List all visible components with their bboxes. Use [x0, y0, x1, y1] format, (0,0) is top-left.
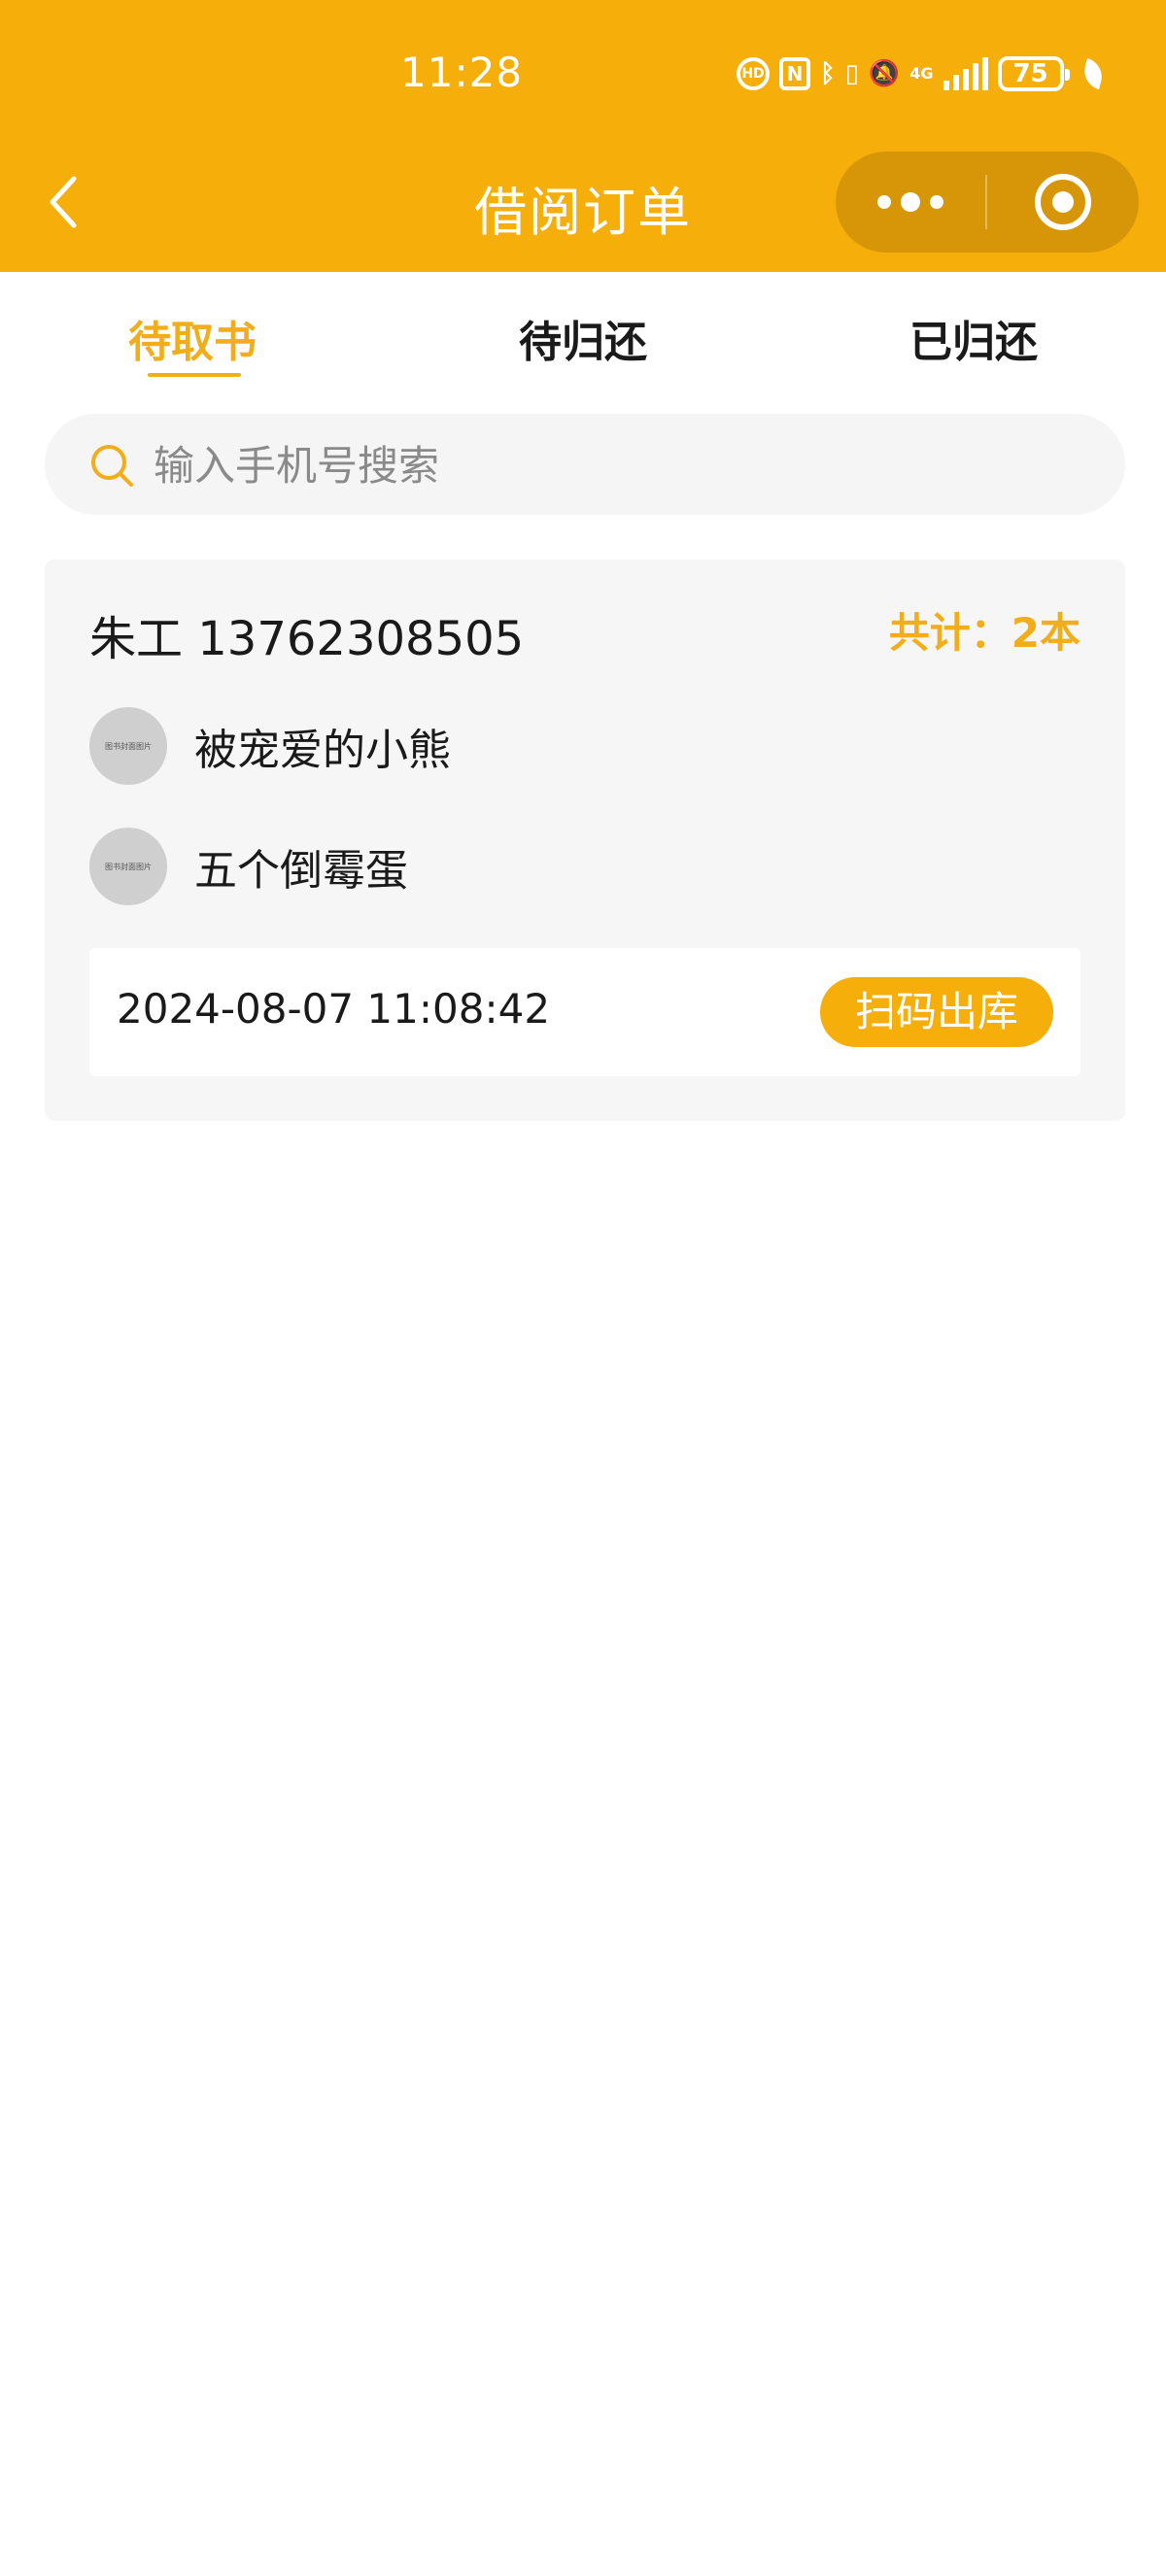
order-card: 朱工 13762308505 共计：2本 图书封面图片 被宠爱的小熊 图书封面图…	[45, 559, 1125, 1121]
search-icon	[91, 445, 133, 487]
order-status-tabs: 待取书 待归还 已归还	[0, 272, 1166, 389]
book-cover-placeholder: 图书封面图片	[89, 828, 167, 905]
tab-pending-return[interactable]: 待归还	[519, 307, 647, 369]
search-bar	[45, 414, 1125, 517]
active-tab-indicator	[148, 373, 241, 377]
more-button[interactable]	[836, 152, 985, 253]
nfc-icon: N	[779, 57, 810, 90]
customer-info: 朱工 13762308505	[89, 612, 525, 666]
book-total: 共计：2本	[888, 609, 1080, 657]
close-mini-program-button[interactable]	[987, 152, 1139, 253]
scan-checkout-button[interactable]: 扫码出库	[820, 977, 1053, 1047]
tab-pending-pickup[interactable]: 待取书	[128, 307, 257, 369]
eco-leaf-icon	[1080, 57, 1106, 90]
4g-label: 4G	[909, 64, 934, 83]
bluetooth-icon: ᛒ	[820, 59, 836, 88]
more-dot-icon	[901, 192, 920, 212]
phone-search-input[interactable]	[152, 414, 1088, 517]
mute-bell-icon: 🔕	[868, 59, 901, 88]
more-dot-icon	[930, 195, 943, 209]
book-title: 五个倒霉蛋	[194, 846, 408, 896]
mini-program-capsule	[836, 152, 1139, 253]
order-time: 2024-08-07 11:08:42	[117, 985, 551, 1033]
vibrate-icon: ▯	[844, 59, 859, 88]
battery-icon: 75	[997, 56, 1070, 91]
status-time: 11:28	[400, 49, 524, 96]
app-header: 11:28 HD N ᛒ ▯ 🔕 4G 75 借阅订单	[0, 0, 1166, 272]
more-dot-icon	[877, 195, 891, 209]
book-title: 被宠爱的小熊	[194, 726, 451, 775]
target-icon	[1035, 174, 1091, 230]
order-footer: 2024-08-07 11:08:42 扫码出库	[89, 948, 1080, 1076]
book-item: 图书封面图片 被宠爱的小熊	[89, 707, 451, 785]
book-item: 图书封面图片 五个倒霉蛋	[89, 828, 408, 905]
hd-call-icon: HD	[737, 57, 770, 90]
book-cover-placeholder: 图书封面图片	[89, 707, 167, 785]
status-icons: HD N ᛒ ▯ 🔕 4G 75	[737, 56, 1106, 91]
tab-returned[interactable]: 已归还	[909, 307, 1038, 369]
4g-signal-icon	[943, 57, 988, 90]
